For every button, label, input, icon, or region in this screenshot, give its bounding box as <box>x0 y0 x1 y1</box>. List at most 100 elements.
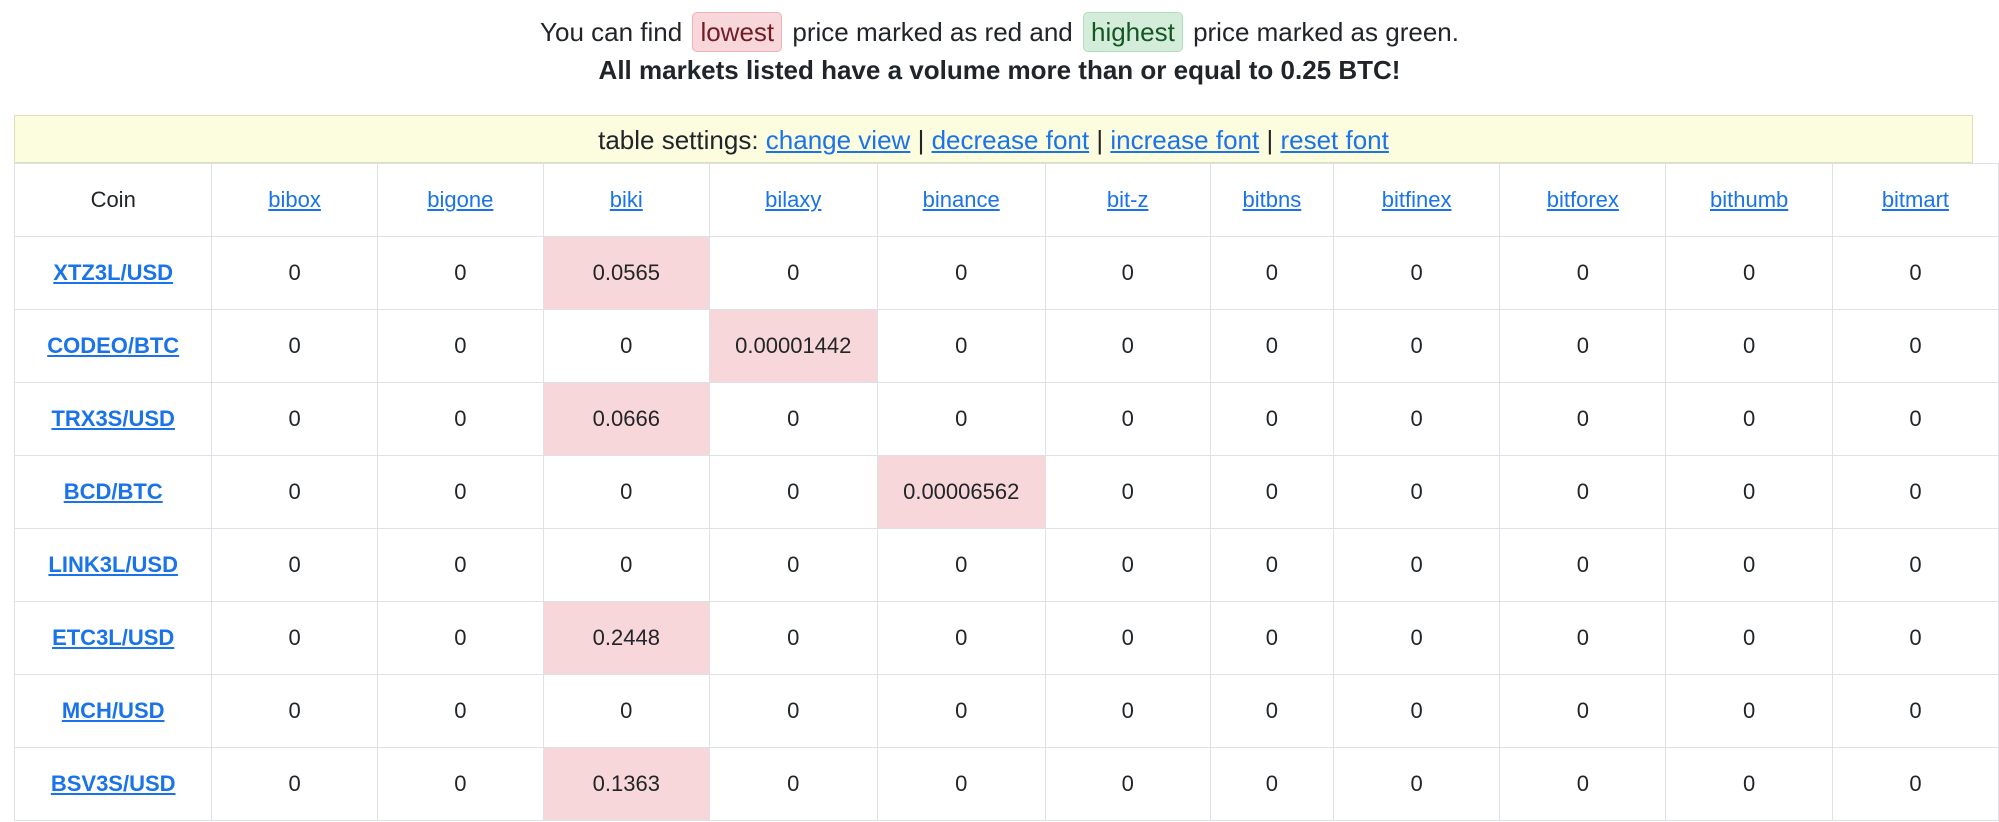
price-cell: 0.0565 <box>542 236 710 310</box>
exchange-header-0: bibox <box>211 163 378 237</box>
price-cell: 0 <box>1209 528 1335 602</box>
legend-suffix: price marked as green. <box>1193 17 1459 47</box>
legend-prefix: You can find <box>540 17 683 47</box>
coin-link[interactable]: XTZ3L/USD <box>53 260 173 285</box>
exchange-header-link[interactable]: bitbns <box>1243 187 1302 212</box>
price-cell: 0 <box>1044 455 1211 529</box>
price-cell: 0 <box>1499 382 1667 456</box>
lowest-badge: lowest <box>692 12 783 52</box>
price-cell: 0 <box>376 236 544 310</box>
price-cell: 0 <box>876 528 1046 602</box>
exchange-header-link[interactable]: bitfinex <box>1382 187 1452 212</box>
settings-separator: | <box>1266 125 1274 155</box>
price-cell: 0 <box>1333 601 1501 675</box>
exchange-header-link[interactable]: bilaxy <box>765 187 821 212</box>
price-cell: 0 <box>1665 382 1833 456</box>
price-cell: 0 <box>1044 309 1211 383</box>
table-row: BSV3S/USD 0 0 0.1363 0 0 0 0 0 0 0 0 <box>14 747 1999 821</box>
price-cell: 0 <box>376 455 544 529</box>
price-cell: 0.2448 <box>542 601 710 675</box>
reset-font-link[interactable]: reset font <box>1280 125 1388 155</box>
price-cell: 0 <box>1044 601 1211 675</box>
table-row: XTZ3L/USD 0 0 0.0565 0 0 0 0 0 0 0 0 <box>14 236 1999 310</box>
price-cell: 0 <box>1333 674 1501 748</box>
price-cell: 0 <box>376 747 544 821</box>
price-cell: 0 <box>1831 455 1999 529</box>
coin-cell: BCD/BTC <box>14 455 213 529</box>
price-table: Coin bibox bigone biki bilaxy binance bit-z bi… <box>14 163 1999 821</box>
price-cell: 0 <box>876 236 1046 310</box>
price-cell: 0.1363 <box>542 747 710 821</box>
price-cell: 0 <box>1499 455 1667 529</box>
exchange-header-link[interactable]: bitforex <box>1547 187 1619 212</box>
coin-link[interactable]: BCD/BTC <box>64 479 163 504</box>
highest-badge: highest <box>1082 12 1183 52</box>
exchange-header-link[interactable]: bithumb <box>1710 187 1788 212</box>
coin-cell: CODEO/BTC <box>14 309 213 383</box>
coin-link[interactable]: MCH/USD <box>62 698 165 723</box>
price-cell: 0 <box>542 674 710 748</box>
price-cell: 0 <box>1044 528 1211 602</box>
price-cell: 0.00006562 <box>876 455 1046 529</box>
price-cell: 0 <box>708 528 878 602</box>
exchange-header-link[interactable]: bibox <box>268 187 321 212</box>
price-cell: 0 <box>542 455 710 529</box>
price-cell: 0 <box>1665 747 1833 821</box>
table-row: LINK3L/USD 0 0 0 0 0 0 0 0 0 0 0 <box>14 528 1999 602</box>
coin-cell: MCH/USD <box>14 674 213 748</box>
price-cell: 0 <box>1499 601 1667 675</box>
price-cell: 0 <box>1665 309 1833 383</box>
coin-column-header: Coin <box>14 163 213 237</box>
coin-link[interactable]: ETC3L/USD <box>52 625 174 650</box>
price-cell: 0 <box>708 236 878 310</box>
exchange-header-link[interactable]: bit-z <box>1107 187 1149 212</box>
price-cell: 0 <box>1209 455 1335 529</box>
price-cell: 0 <box>1333 309 1501 383</box>
color-legend-notice: You can find lowest price marked as red … <box>0 10 1999 54</box>
price-cell: 0 <box>211 236 378 310</box>
price-cell: 0 <box>1044 382 1211 456</box>
price-cell: 0 <box>708 747 878 821</box>
price-cell: 0 <box>376 309 544 383</box>
exchange-header-6: bitbns <box>1209 163 1335 237</box>
coin-link[interactable]: TRX3S/USD <box>51 406 174 431</box>
coin-link[interactable]: BSV3S/USD <box>51 771 176 796</box>
coin-link[interactable]: LINK3L/USD <box>48 552 178 577</box>
exchange-header-link[interactable]: bigone <box>427 187 493 212</box>
price-cell: 0 <box>1831 382 1999 456</box>
price-cell: 0 <box>376 382 544 456</box>
decrease-font-link[interactable]: decrease font <box>932 125 1090 155</box>
price-cell: 0 <box>1209 382 1335 456</box>
price-cell: 0 <box>1499 674 1667 748</box>
coin-cell: BSV3S/USD <box>14 747 213 821</box>
table-row: BCD/BTC 0 0 0 0 0.00006562 0 0 0 0 0 0 <box>14 455 1999 529</box>
price-cell: 0 <box>211 309 378 383</box>
price-cell: 0 <box>1044 747 1211 821</box>
exchange-header-2: biki <box>542 163 710 237</box>
exchange-header-4: binance <box>876 163 1046 237</box>
price-cell: 0 <box>1333 528 1501 602</box>
price-cell: 0 <box>1333 382 1501 456</box>
price-cell: 0 <box>708 382 878 456</box>
coin-cell: LINK3L/USD <box>14 528 213 602</box>
volume-note: All markets listed have a volume more th… <box>598 55 1401 85</box>
price-cell: 0 <box>1665 528 1833 602</box>
price-cell: 0 <box>211 601 378 675</box>
exchange-header-link[interactable]: binance <box>923 187 1000 212</box>
settings-label: table settings: <box>598 125 759 155</box>
increase-font-link[interactable]: increase font <box>1110 125 1259 155</box>
price-cell: 0 <box>1044 236 1211 310</box>
exchange-header-5: bit-z <box>1044 163 1211 237</box>
price-cell: 0 <box>1499 528 1667 602</box>
exchange-header-link[interactable]: bitmart <box>1882 187 1949 212</box>
settings-separator: | <box>1096 125 1104 155</box>
exchange-header-link[interactable]: biki <box>610 187 643 212</box>
price-cell: 0 <box>211 382 378 456</box>
price-cell: 0 <box>1499 236 1667 310</box>
exchange-header-3: bilaxy <box>708 163 878 237</box>
coin-link[interactable]: CODEO/BTC <box>47 333 179 358</box>
exchange-header-8: bitforex <box>1499 163 1667 237</box>
price-cell: 0 <box>708 455 878 529</box>
change-view-link[interactable]: change view <box>766 125 911 155</box>
price-cell: 0 <box>1831 747 1999 821</box>
